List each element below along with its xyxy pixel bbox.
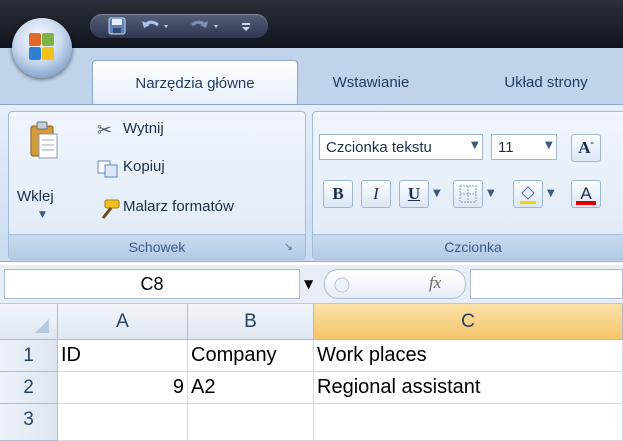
grow-font-label: A bbox=[578, 138, 591, 157]
formula-input[interactable] bbox=[470, 269, 623, 299]
insert-function-button[interactable]: fx bbox=[429, 273, 441, 293]
underline-label: U bbox=[407, 184, 421, 203]
font-color-button[interactable]: A bbox=[571, 180, 601, 208]
formula-controls: fx bbox=[324, 269, 466, 299]
font-group: Czcionka tekstu ▼ 11 ▼ Aˆ B I U ▼ ▼ ▼ A … bbox=[312, 111, 623, 260]
customize-qat-icon[interactable] bbox=[240, 17, 252, 35]
row-header-1[interactable]: 1 bbox=[0, 340, 58, 372]
cut-label: Wytnij bbox=[123, 120, 164, 137]
row-header-2[interactable]: 2 bbox=[0, 372, 58, 404]
save-icon[interactable] bbox=[108, 17, 126, 35]
ribbon-tab-bar: Narzędzia główne Wstawianie Układ strony bbox=[0, 48, 623, 106]
fill-bucket-icon bbox=[520, 186, 536, 204]
cell-b3[interactable] bbox=[188, 404, 314, 441]
bold-button[interactable]: B bbox=[323, 180, 353, 208]
spreadsheet-grid: A B C 1 ID Company Work places 2 9 A2 Re… bbox=[0, 304, 623, 441]
borders-button[interactable] bbox=[453, 180, 483, 208]
font-name-combo[interactable]: Czcionka tekstu bbox=[319, 134, 483, 160]
ribbon: Wklej ▼ ✂ Wytnij Kopiuj Malarz formatów … bbox=[0, 104, 623, 262]
copy-button[interactable]: Kopiuj bbox=[97, 156, 247, 182]
select-all-icon bbox=[35, 319, 49, 333]
cell-b1[interactable]: Company bbox=[188, 340, 314, 372]
grow-font-button[interactable]: Aˆ bbox=[571, 134, 601, 162]
office-button[interactable] bbox=[12, 18, 72, 78]
paste-button[interactable]: Wklej ▼ bbox=[13, 116, 73, 228]
italic-button[interactable]: I bbox=[361, 180, 391, 208]
paste-dropdown-icon[interactable]: ▼ bbox=[39, 210, 46, 220]
cell-a3[interactable] bbox=[58, 404, 188, 441]
title-bar bbox=[0, 0, 623, 48]
redo-icon[interactable] bbox=[188, 17, 222, 35]
grow-font-caret-icon: ˆ bbox=[590, 142, 594, 153]
cell-c1[interactable]: Work places bbox=[314, 340, 623, 372]
circle-icon bbox=[334, 277, 350, 293]
font-color-bar bbox=[576, 201, 596, 205]
cell-c2[interactable]: Regional assistant bbox=[314, 372, 623, 404]
clipboard-group: Wklej ▼ ✂ Wytnij Kopiuj Malarz formatów … bbox=[8, 111, 306, 260]
column-header-b[interactable]: B bbox=[188, 304, 314, 340]
formula-bar: C8 ▼ fx bbox=[0, 265, 623, 304]
tab-insert[interactable]: Wstawianie bbox=[312, 60, 430, 104]
select-all-corner[interactable] bbox=[0, 304, 58, 340]
copy-label: Kopiuj bbox=[123, 158, 165, 175]
clipboard-group-title: Schowek bbox=[128, 239, 186, 255]
fill-color-button[interactable] bbox=[513, 180, 543, 208]
paste-label: Wklej bbox=[17, 188, 54, 205]
format-painter-button[interactable]: Malarz formatów bbox=[97, 196, 297, 222]
font-size-dropdown-icon[interactable]: ▼ bbox=[545, 140, 553, 151]
font-name-dropdown-icon[interactable]: ▼ bbox=[471, 140, 479, 151]
borders-icon bbox=[459, 185, 477, 203]
format-painter-icon bbox=[101, 199, 120, 219]
bold-label: B bbox=[332, 184, 344, 203]
font-group-title: Czcionka bbox=[444, 239, 502, 255]
name-box-dropdown-icon[interactable]: ▼ bbox=[304, 277, 313, 291]
undo-icon[interactable] bbox=[140, 17, 172, 35]
fx-label: fx bbox=[429, 273, 442, 292]
tab-home[interactable]: Narzędzia główne bbox=[92, 60, 298, 106]
clipboard-group-label: Schowek ↘ bbox=[9, 234, 305, 259]
name-box[interactable]: C8 bbox=[4, 269, 300, 299]
paste-icon bbox=[30, 121, 58, 159]
font-group-label: Czcionka bbox=[313, 234, 623, 259]
office-logo-icon bbox=[29, 33, 55, 61]
cell-a1[interactable]: ID bbox=[58, 340, 188, 372]
cell-c3[interactable] bbox=[314, 404, 623, 441]
row-header-3[interactable]: 3 bbox=[0, 404, 58, 441]
tab-page-layout[interactable]: Układ strony bbox=[476, 60, 616, 104]
font-size-value: 11 bbox=[498, 139, 514, 156]
font-name-value: Czcionka tekstu bbox=[326, 139, 432, 156]
name-box-value: C8 bbox=[140, 274, 164, 294]
column-header-a[interactable]: A bbox=[58, 304, 188, 340]
borders-dropdown-icon[interactable]: ▼ bbox=[487, 188, 495, 199]
fill-color-dropdown-icon[interactable]: ▼ bbox=[547, 188, 555, 199]
copy-icon bbox=[97, 160, 118, 178]
column-header-c[interactable]: C bbox=[314, 304, 623, 340]
scissors-icon: ✂ bbox=[97, 120, 113, 141]
quick-access-toolbar bbox=[90, 14, 268, 38]
cell-a2[interactable]: 9 bbox=[58, 372, 188, 404]
underline-button[interactable]: U bbox=[399, 180, 429, 208]
dialog-launcher-icon[interactable]: ↘ bbox=[284, 235, 293, 259]
format-painter-label: Malarz formatów bbox=[123, 198, 234, 215]
italic-label: I bbox=[373, 184, 379, 203]
underline-dropdown-icon[interactable]: ▼ bbox=[433, 188, 441, 199]
cell-b2[interactable]: A2 bbox=[188, 372, 314, 404]
cut-button[interactable]: ✂ Wytnij bbox=[97, 118, 247, 144]
